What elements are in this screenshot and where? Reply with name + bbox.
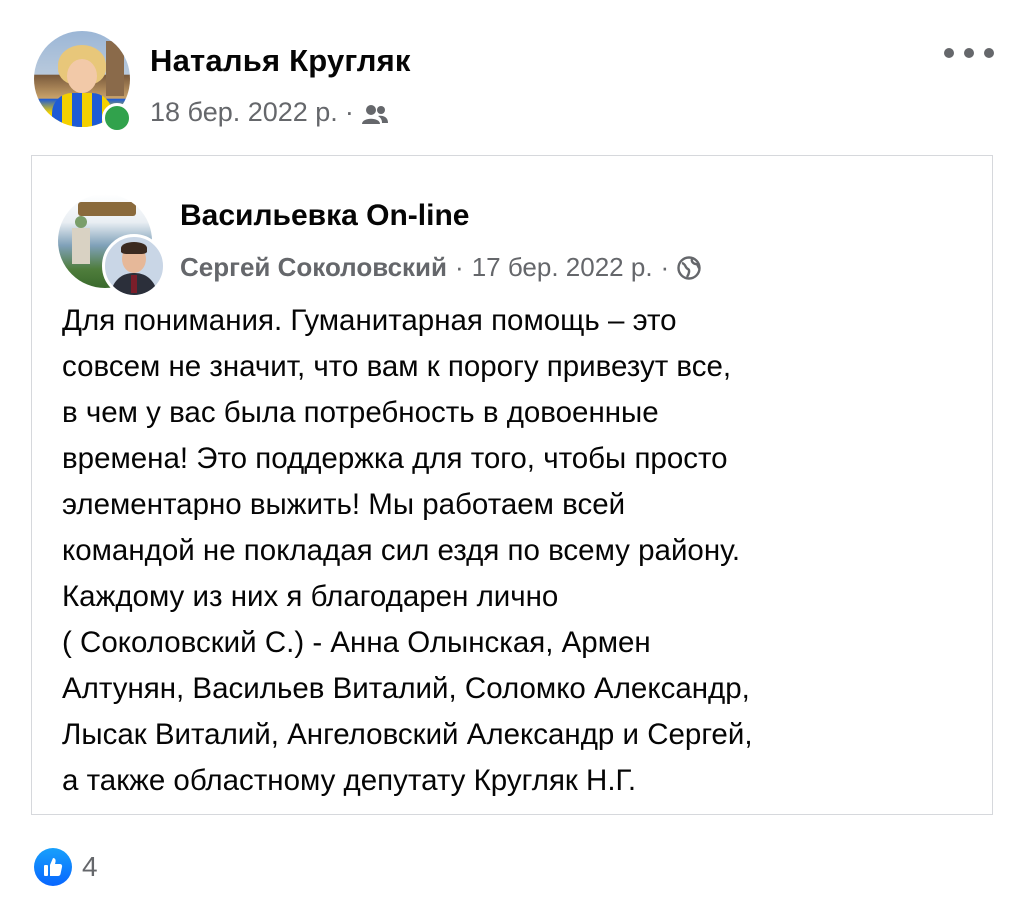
- post-body-line: времена! Это поддержка для того, чтобы п…: [62, 442, 728, 475]
- shared-post-card[interactable]: Васильевка On-line Сергей Соколовский · …: [31, 155, 993, 815]
- post-body-line: ( Соколовский С.) - Анна Олынская, Армен: [62, 626, 651, 659]
- post-body-line: в чем у вас была потребность в довоенные: [62, 396, 659, 429]
- post-body-line: Для понимания. Гуманитарная помощь – это: [62, 304, 677, 337]
- globe-icon[interactable]: [677, 255, 701, 280]
- reactions-summary[interactable]: 4: [34, 848, 98, 886]
- post-body-line: а также областному депутату Кругляк Н.Г.: [62, 764, 637, 797]
- post-body-line: элементарно выжить! Мы работаем всей: [62, 488, 626, 521]
- post-meta: 18 бер. 2022 р. ·: [150, 97, 389, 128]
- friends-icon[interactable]: [361, 102, 389, 124]
- post-body-line: Каждому из них я благодарен лично: [62, 580, 559, 613]
- page-name[interactable]: Васильевка On-line: [180, 199, 469, 233]
- post-body-line: Алтунян, Васильев Виталий, Соломко Алекс…: [62, 672, 750, 705]
- shared-post-meta: Сергей Соколовский · 17 бер. 2022 р. ·: [180, 252, 701, 283]
- online-status-dot: [102, 103, 132, 133]
- poster-name[interactable]: Сергей Соколовский: [180, 252, 447, 283]
- post-date[interactable]: 18 бер. 2022 р.: [150, 97, 338, 128]
- meta-separator: ·: [660, 252, 670, 282]
- post-body-line: командой не покладая сил ездя по всему р…: [62, 534, 741, 567]
- reaction-count: 4: [82, 851, 98, 882]
- post-body-line: совсем не значит, что вам к порогу приве…: [62, 350, 732, 383]
- meta-separator: ·: [455, 252, 464, 282]
- meta-separator: ·: [344, 97, 354, 127]
- like-icon: [34, 848, 72, 886]
- post-body-line: Лысак Виталий, Ангеловский Александр и С…: [62, 718, 753, 751]
- more-options-icon[interactable]: [944, 38, 994, 68]
- post-body: Для понимания. Гуманитарная помощь – это…: [62, 298, 977, 804]
- facebook-post: Наталья Кругляк 18 бер. 2022 р. · Василь…: [0, 0, 1024, 914]
- poster-avatar[interactable]: [102, 234, 166, 298]
- author-name[interactable]: Наталья Кругляк: [150, 43, 411, 79]
- shared-post-date[interactable]: 17 бер. 2022 р.: [472, 252, 653, 283]
